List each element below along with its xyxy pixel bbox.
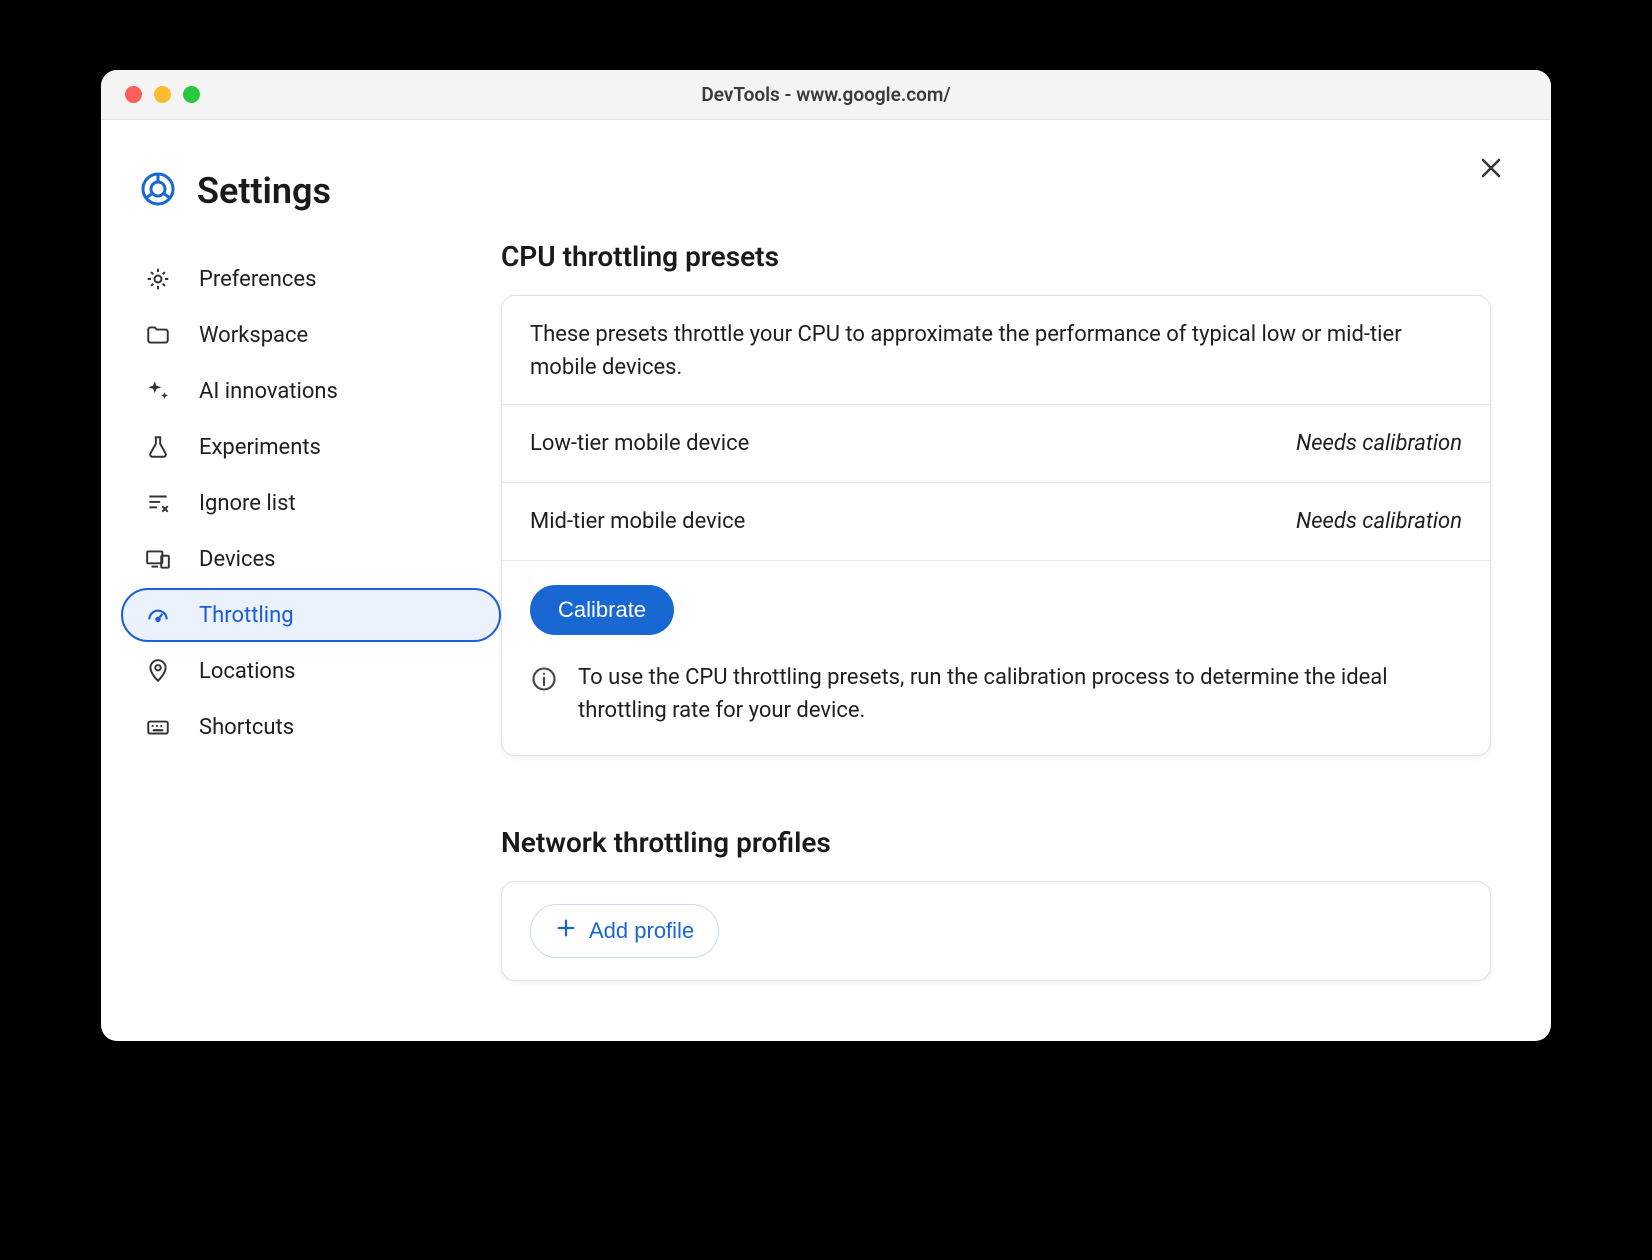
preset-status: Needs calibration [1296, 431, 1462, 456]
calibration-info: To use the CPU throttling presets, run t… [530, 661, 1462, 727]
sidebar-item-label: Devices [199, 547, 276, 572]
minimize-window-button[interactable] [154, 86, 171, 103]
sidebar-item-ignore-list[interactable]: Ignore list [121, 476, 501, 530]
flask-icon [145, 434, 171, 460]
devices-icon [145, 546, 171, 572]
close-icon [1479, 156, 1503, 180]
devtools-window: DevTools - www.google.com/ [101, 70, 1551, 1041]
calibration-info-text: To use the CPU throttling presets, run t… [578, 661, 1462, 727]
settings-title: Settings [197, 170, 331, 212]
folder-icon [145, 322, 171, 348]
calibrate-button[interactable]: Calibrate [530, 585, 674, 635]
sidebar-item-label: Ignore list [199, 491, 296, 516]
preset-row: Low-tier mobile device Needs calibration [502, 405, 1490, 483]
plus-icon [555, 917, 577, 945]
sidebar-item-label: Preferences [199, 267, 316, 292]
sidebar-item-label: AI innovations [199, 379, 338, 404]
preset-status: Needs calibration [1296, 509, 1462, 534]
sidebar-item-preferences[interactable]: Preferences [121, 252, 501, 306]
preset-name: Low-tier mobile device [530, 431, 749, 456]
preset-row: Mid-tier mobile device Needs calibration [502, 483, 1490, 561]
speedometer-icon [145, 602, 171, 628]
cpu-presets-description: These presets throttle your CPU to appro… [502, 296, 1490, 405]
preset-name: Mid-tier mobile device [530, 509, 745, 534]
settings-content: Settings Preferences [101, 120, 1551, 1041]
sidebar-item-label: Workspace [199, 323, 308, 348]
info-icon [530, 665, 558, 693]
maximize-window-button[interactable] [183, 86, 200, 103]
cpu-presets-card: These presets throttle your CPU to appro… [501, 295, 1491, 756]
sidebar-item-devices[interactable]: Devices [121, 532, 501, 586]
sidebar-item-label: Locations [199, 659, 295, 684]
keyboard-icon [145, 714, 171, 740]
sidebar-item-workspace[interactable]: Workspace [121, 308, 501, 362]
settings-main: CPU throttling presets These presets thr… [501, 150, 1551, 981]
sidebar-item-label: Throttling [199, 603, 294, 628]
close-window-button[interactable] [125, 86, 142, 103]
network-profiles-card: Add profile [501, 881, 1491, 981]
cpu-card-footer: Calibrate To use the CPU throttling pres… [502, 561, 1490, 755]
close-settings-button[interactable] [1479, 156, 1503, 184]
cpu-section-title: CPU throttling presets [501, 240, 1491, 273]
window-titlebar: DevTools - www.google.com/ [101, 70, 1551, 120]
sidebar-item-label: Experiments [199, 435, 321, 460]
window-title: DevTools - www.google.com/ [101, 83, 1551, 106]
sidebar-item-shortcuts[interactable]: Shortcuts [121, 700, 501, 754]
devtools-logo-icon [141, 172, 175, 210]
traffic-lights [101, 86, 200, 103]
sidebar-items: Preferences Workspace [121, 252, 501, 754]
gear-icon [145, 266, 171, 292]
add-profile-label: Add profile [589, 918, 694, 944]
sidebar-item-label: Shortcuts [199, 715, 294, 740]
add-profile-button[interactable]: Add profile [530, 904, 719, 958]
location-pin-icon [145, 658, 171, 684]
sidebar-item-throttling[interactable]: Throttling [121, 588, 501, 642]
settings-header: Settings [121, 170, 501, 212]
list-x-icon [145, 490, 171, 516]
sparkle-icon [145, 378, 171, 404]
settings-sidebar: Settings Preferences [101, 150, 501, 981]
sidebar-item-experiments[interactable]: Experiments [121, 420, 501, 474]
network-section-title: Network throttling profiles [501, 826, 1491, 859]
sidebar-item-ai-innovations[interactable]: AI innovations [121, 364, 501, 418]
sidebar-item-locations[interactable]: Locations [121, 644, 501, 698]
